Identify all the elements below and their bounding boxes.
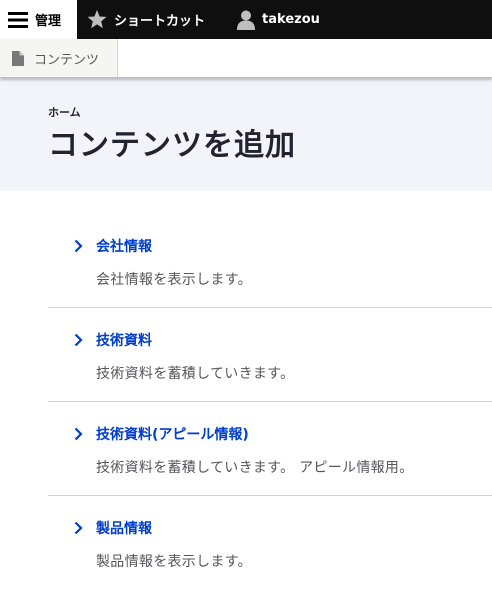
list-item: 技術資料 技術資料を蓄積していきます。 xyxy=(48,308,492,402)
user-menu-button[interactable]: takezou xyxy=(215,0,330,39)
star-icon xyxy=(87,10,107,29)
list-item: 会社情報 会社情報を表示します。 xyxy=(48,236,492,308)
content-type-link[interactable]: 会社情報 xyxy=(96,236,152,256)
list-item: 製品情報 製品情報を表示します。 xyxy=(48,496,492,589)
page-header: ホーム コンテンツを追加 xyxy=(0,78,492,191)
manage-label: 管理 xyxy=(35,14,62,29)
shortcuts-button[interactable]: ショートカット xyxy=(77,0,215,39)
list-item: 技術資料(アピール情報) 技術資料を蓄積していきます。 アピール情報用。 xyxy=(48,402,492,496)
content-type-link[interactable]: 技術資料(アピール情報) xyxy=(96,424,249,444)
toolbar-tray: コンテンツ xyxy=(0,39,492,78)
user-icon xyxy=(237,10,256,30)
content-type-description: 技術資料を蓄積していきます。 xyxy=(96,366,295,382)
content-type-description: 技術資料を蓄積していきます。 アピール情報用。 xyxy=(96,460,414,476)
shortcuts-label: ショートカット xyxy=(114,14,206,29)
manage-button[interactable]: 管理 xyxy=(0,0,78,39)
page-title: コンテンツを追加 xyxy=(48,128,296,163)
content-type-description: 会社情報を表示します。 xyxy=(96,272,252,288)
user-name-label: takezou xyxy=(262,12,320,27)
content-type-list: 会社情報 会社情報を表示します。 技術資料 技術資料を蓄積していきます。 技術資… xyxy=(48,236,492,589)
admin-toolbar: 管理 ショートカット takezou xyxy=(0,0,492,39)
breadcrumb-home[interactable]: ホーム xyxy=(48,104,492,120)
content-type-link[interactable]: 製品情報 xyxy=(96,518,152,538)
tray-item-content[interactable]: コンテンツ xyxy=(0,39,119,77)
chevron-right-icon xyxy=(48,427,96,441)
chevron-right-icon xyxy=(48,521,96,535)
content-type-description: 製品情報を表示します。 xyxy=(96,554,252,570)
chevron-right-icon xyxy=(48,333,96,347)
tray-item-content-label: コンテンツ xyxy=(34,52,100,68)
file-icon xyxy=(12,50,24,66)
content-type-link[interactable]: 技術資料 xyxy=(96,330,152,350)
chevron-right-icon xyxy=(48,239,96,253)
hamburger-menu-icon xyxy=(8,11,28,29)
